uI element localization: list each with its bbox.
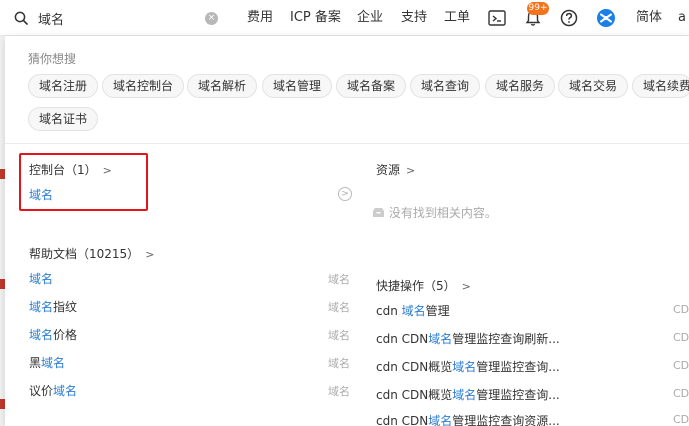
guess-tag[interactable]: 域名解析 <box>187 74 258 98</box>
docs-title-label: 帮助文档（10215） <box>29 247 140 261</box>
quick-action-item[interactable]: cdn 域名管理 <box>376 302 450 319</box>
resources-empty-text: 没有找到相关内容。 <box>388 206 497 220</box>
language-switch[interactable]: 简体 <box>636 0 662 36</box>
doc-item[interactable]: 域名指纹 <box>29 298 77 315</box>
quick-action-item[interactable]: cdn CDN概览域名管理监控查询... <box>376 358 560 375</box>
guess-tag[interactable]: 域名备案 <box>336 74 407 98</box>
empty-box-icon <box>373 208 384 217</box>
doc-item[interactable]: 域名 <box>29 270 53 287</box>
resources-empty-note: 没有找到相关内容。 <box>372 204 497 221</box>
nav-icp[interactable]: ICP 备案 <box>290 0 341 36</box>
resources-section-title[interactable]: 资源 > <box>376 161 415 178</box>
quick-action-tag: CD <box>673 387 689 400</box>
quick-actions-title-label: 快捷操作（5） <box>376 279 456 293</box>
quick-action-tag: CD <box>673 331 689 344</box>
nav-enterprise[interactable]: 企业 <box>357 0 383 36</box>
quick-action-item[interactable]: cdn CDN域名管理监控查询刷新... <box>376 330 560 347</box>
doc-item[interactable]: 域名价格 <box>29 326 77 343</box>
quick-action-tag: CD <box>673 413 689 426</box>
quick-action-item[interactable]: cdn CDN域名管理监控查询资源... <box>376 412 560 426</box>
quick-actions-section-title[interactable]: 快捷操作（5） > <box>376 277 471 294</box>
doc-item-tag: 域名 <box>328 329 350 342</box>
chevron-circle-icon[interactable]: > <box>338 187 352 201</box>
app-icon[interactable] <box>596 8 616 28</box>
search-input[interactable] <box>38 8 198 28</box>
resources-title-label: 资源 <box>376 163 401 177</box>
guess-tag[interactable]: 域名交易 <box>558 74 629 98</box>
clear-search-icon[interactable]: × <box>205 12 218 25</box>
chevron-right-icon: > <box>461 280 471 293</box>
guess-tag[interactable]: 域名续费 <box>632 74 689 98</box>
quick-action-tag: CD <box>673 359 689 372</box>
nav-support[interactable]: 支持 <box>401 0 427 36</box>
doc-item-tag: 域名 <box>328 273 350 286</box>
divider <box>5 143 689 144</box>
top-bar: × 费用 ICP 备案 企业 支持 工单 99+ 简体 a <box>0 0 689 36</box>
chevron-right-icon: > <box>145 248 155 261</box>
nav-fees[interactable]: 费用 <box>247 0 273 36</box>
guess-tag[interactable]: 域名查询 <box>410 74 481 98</box>
highlight-box <box>19 153 148 211</box>
guess-tag[interactable]: 域名证书 <box>28 107 99 131</box>
quick-action-item[interactable]: cdn CDN概览域名管理监控查询... <box>376 386 560 403</box>
doc-item-tag: 域名 <box>328 385 350 398</box>
guess-tag[interactable]: 域名控制台 <box>102 74 185 98</box>
docs-section-title[interactable]: 帮助文档（10215） > <box>29 245 154 262</box>
guess-title: 猜你想搜 <box>28 52 77 66</box>
search-box[interactable]: × <box>6 4 224 32</box>
quick-action-tag: CD <box>673 303 689 316</box>
doc-item[interactable]: 议价域名 <box>29 382 77 399</box>
help-icon[interactable] <box>559 8 579 28</box>
guess-tag[interactable]: 域名服务 <box>485 74 556 98</box>
nav-ticket[interactable]: 工单 <box>444 0 470 36</box>
chevron-right-icon: > <box>406 164 416 177</box>
guess-tag[interactable]: 域名注册 <box>28 74 99 98</box>
search-icon <box>14 11 28 25</box>
doc-item[interactable]: 黑域名 <box>29 354 65 371</box>
avatar[interactable]: a <box>678 0 686 36</box>
terminal-icon[interactable] <box>487 8 507 28</box>
doc-item-tag: 域名 <box>328 357 350 370</box>
notification-badge: 99+ <box>527 2 549 15</box>
guess-tag[interactable]: 域名管理 <box>262 74 333 98</box>
doc-item-tag: 域名 <box>328 301 350 314</box>
